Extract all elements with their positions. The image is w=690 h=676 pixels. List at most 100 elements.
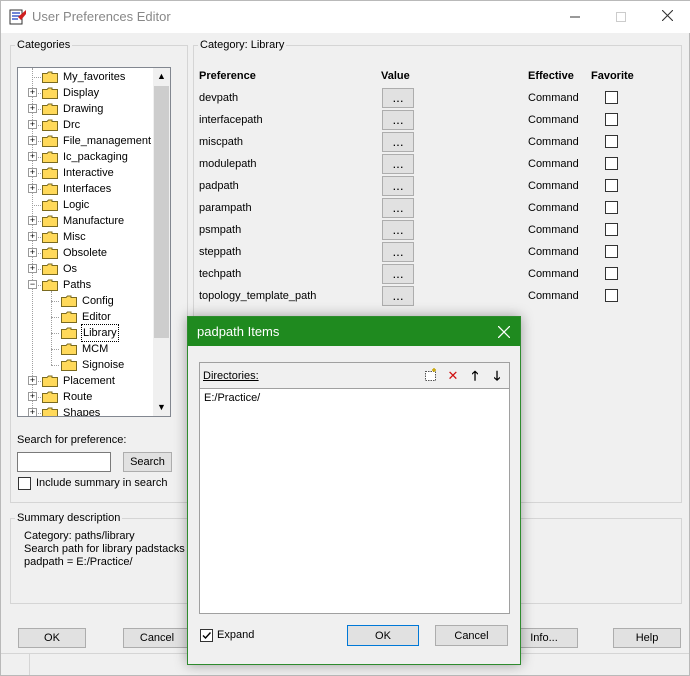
expand-plus-icon[interactable]: + <box>28 376 37 385</box>
ok-button[interactable]: OK <box>18 628 86 648</box>
tree-item-editor[interactable]: Editor <box>18 309 152 325</box>
summary-label: Summary description <box>17 512 121 524</box>
favorite-checkbox[interactable] <box>605 201 618 214</box>
new-item-glyph <box>425 368 436 381</box>
tree-scrollbar[interactable]: ▲ ▼ <box>153 68 170 416</box>
tree-item-interfaces[interactable]: + Interfaces <box>18 181 152 197</box>
preference-value-button[interactable]: ... <box>382 154 414 174</box>
tree-item-file-management[interactable]: + File_management <box>18 133 152 149</box>
help-button[interactable]: Help <box>613 628 681 648</box>
favorite-checkbox[interactable] <box>605 113 618 126</box>
tree-item-route[interactable]: + Route <box>18 389 152 405</box>
tree-item-label: Display <box>63 87 100 99</box>
favorite-checkbox[interactable] <box>605 179 618 192</box>
favorite-checkbox[interactable] <box>605 91 618 104</box>
preference-name: miscpath <box>199 136 244 148</box>
close-button[interactable] <box>644 1 690 33</box>
expand-plus-icon[interactable]: + <box>28 88 37 97</box>
tree-item-display[interactable]: + Display <box>18 85 152 101</box>
app-icon <box>9 9 26 25</box>
preference-value-button[interactable]: ... <box>382 176 414 196</box>
expand-plus-icon[interactable]: + <box>28 264 37 273</box>
tree-item-logic[interactable]: Logic <box>18 197 152 213</box>
dialog-title-bar[interactable]: padpath Items <box>188 317 520 346</box>
search-input[interactable] <box>17 452 111 472</box>
new-item-icon[interactable] <box>423 368 439 384</box>
favorite-checkbox[interactable] <box>605 223 618 236</box>
search-button[interactable]: Search <box>123 452 172 472</box>
scroll-up-arrow-icon[interactable]: ▲ <box>153 68 170 85</box>
tree-item-drc[interactable]: + Drc <box>18 117 152 133</box>
folder-icon <box>42 231 58 243</box>
expand-plus-icon[interactable]: + <box>28 248 37 257</box>
folder-icon <box>42 247 58 259</box>
favorite-checkbox[interactable] <box>605 267 618 280</box>
expand-plus-icon[interactable]: + <box>28 152 37 161</box>
expand-plus-icon[interactable]: + <box>28 104 37 113</box>
tree-item-placement[interactable]: + Placement <box>18 373 152 389</box>
tree-item-signoise[interactable]: Signoise <box>18 357 152 373</box>
favorite-checkbox[interactable] <box>605 289 618 302</box>
tree-item-label: Signoise <box>82 359 125 371</box>
delete-icon[interactable]: ✕ <box>445 368 461 384</box>
tree-item-manufacture[interactable]: + Manufacture <box>18 213 152 229</box>
dialog-cancel-button[interactable]: Cancel <box>435 625 508 646</box>
dialog-ok-button[interactable]: OK <box>347 625 419 646</box>
preference-value-button[interactable]: ... <box>382 88 414 108</box>
title-bar[interactable]: User Preferences Editor <box>1 1 690 33</box>
folder-icon <box>61 327 77 339</box>
scroll-down-arrow-icon[interactable]: ▼ <box>153 399 170 416</box>
preference-effective: Command <box>528 268 579 280</box>
tree-item-my-favorites[interactable]: My_favorites <box>18 69 152 85</box>
expand-plus-icon[interactable]: + <box>28 408 37 416</box>
preference-value-button[interactable]: ... <box>382 220 414 240</box>
category-tree[interactable]: My_favorites + Display + Drawing + Drc + File_ma… <box>17 67 171 417</box>
effective-header: Effective <box>528 70 574 82</box>
cancel-button[interactable]: Cancel <box>123 628 191 648</box>
favorite-checkbox[interactable] <box>605 135 618 148</box>
tree-item-misc[interactable]: + Misc <box>18 229 152 245</box>
tree-branch-line <box>51 301 59 302</box>
tree-item-drawing[interactable]: + Drawing <box>18 101 152 117</box>
move-up-icon[interactable]: 🡑 <box>467 368 483 384</box>
tree-item-library[interactable]: Library <box>18 324 152 342</box>
expand-plus-icon[interactable]: + <box>28 392 37 401</box>
favorite-checkbox[interactable] <box>605 245 618 258</box>
expand-plus-icon[interactable]: + <box>28 136 37 145</box>
move-down-icon[interactable]: 🡓 <box>489 368 505 384</box>
preference-value-button[interactable]: ... <box>382 264 414 284</box>
preference-value-button[interactable]: ... <box>382 132 414 152</box>
tree-item-label: MCM <box>82 343 109 355</box>
preference-value-button[interactable]: ... <box>382 242 414 262</box>
directory-item[interactable]: E:/Practice/ <box>204 392 260 404</box>
tree-item-ic-packaging[interactable]: + Ic_packaging <box>18 149 152 165</box>
tree-branch-line <box>51 365 59 366</box>
tree-item-config[interactable]: Config <box>18 293 152 309</box>
tree-item-interactive[interactable]: + Interactive <box>18 165 152 181</box>
summary-line-category: Category: paths/library <box>24 530 135 542</box>
collapse-minus-icon[interactable]: − <box>28 280 37 289</box>
tree-item-paths[interactable]: − Paths <box>18 277 152 293</box>
directories-list[interactable]: E:/Practice/ <box>200 388 509 613</box>
favorite-checkbox[interactable] <box>605 157 618 170</box>
tree-item-obsolete[interactable]: + Obsolete <box>18 245 152 261</box>
tree-item-label: Route <box>63 391 93 403</box>
expand-plus-icon[interactable]: + <box>28 168 37 177</box>
expand-plus-icon[interactable]: + <box>28 216 37 225</box>
expand-plus-icon[interactable]: + <box>28 120 37 129</box>
scroll-thumb[interactable] <box>154 86 169 338</box>
minimize-button[interactable] <box>552 1 598 33</box>
tree-item-shapes[interactable]: + Shapes <box>18 405 152 416</box>
preference-value-button[interactable]: ... <box>382 110 414 130</box>
dialog-close-button[interactable] <box>494 321 514 343</box>
tree-item-mcm[interactable]: MCM <box>18 341 152 357</box>
tree-item-label: Os <box>63 263 78 275</box>
include-summary-checkbox[interactable] <box>18 477 31 490</box>
tree-item-os[interactable]: + Os <box>18 261 152 277</box>
preference-value-button[interactable]: ... <box>382 286 414 306</box>
preference-value-button[interactable]: ... <box>382 198 414 218</box>
maximize-button[interactable] <box>598 1 644 33</box>
expand-checkbox[interactable] <box>200 629 213 642</box>
expand-plus-icon[interactable]: + <box>28 232 37 241</box>
expand-plus-icon[interactable]: + <box>28 184 37 193</box>
